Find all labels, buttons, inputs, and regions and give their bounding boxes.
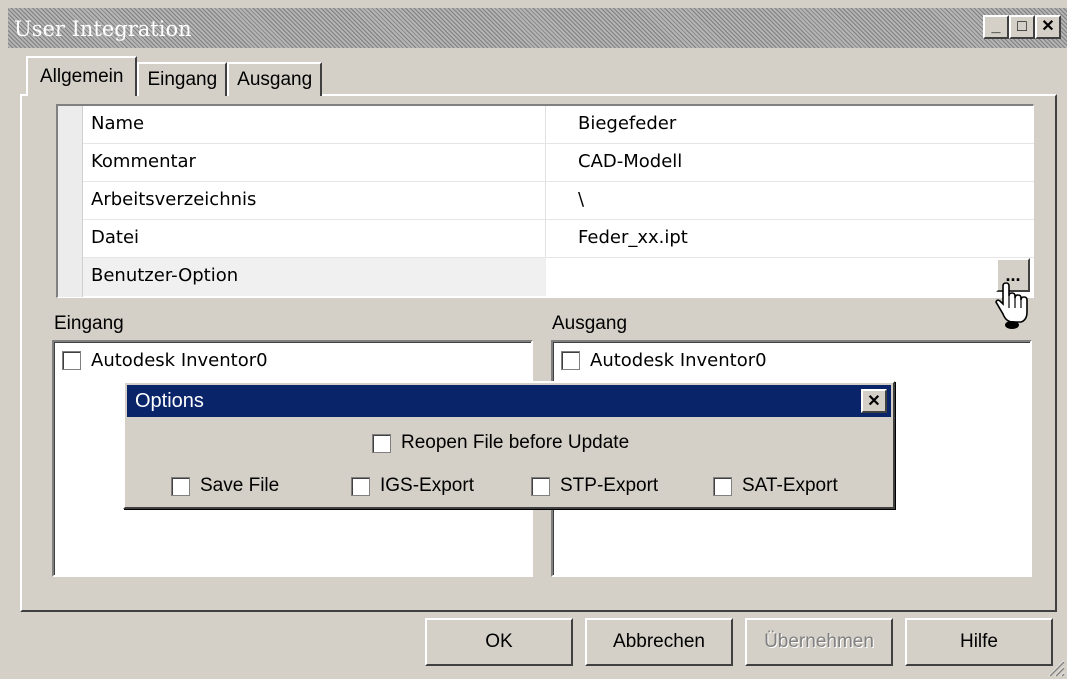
property-value[interactable]: CAD-Modell [578,151,682,172]
property-value[interactable]: Feder_xx.ipt [578,227,688,248]
property-key: Datei [91,227,140,248]
checkbox[interactable] [351,476,370,496]
column-separator [545,182,546,219]
list-item-label: Autodesk Inventor0 [91,350,268,371]
minimize-button[interactable]: _ [983,15,1009,39]
tab-strip: Allgemein Eingang Ausgang [26,56,323,96]
cancel-button[interactable]: Abbrechen [585,618,733,666]
property-key: Arbeitsverzeichnis [91,189,257,210]
checkbox[interactable] [171,476,190,496]
apply-button[interactable]: Übernehmen [745,618,893,666]
column-separator [545,144,546,181]
option-label: Reopen File before Update [401,432,630,453]
property-value[interactable]: \ [578,189,584,210]
ausgang-label: Ausgang [552,313,628,334]
igs-export-option[interactable]: IGS-Export [351,475,474,497]
property-value[interactable]: Biegefeder [578,113,676,134]
maximize-icon: □ [1017,18,1027,35]
save-file-option[interactable]: Save File [171,475,279,497]
property-row-arbeitsverzeichnis[interactable]: Arbeitsverzeichnis \ [83,182,1034,220]
tab-ausgang[interactable]: Ausgang [227,62,323,96]
property-row-kommentar[interactable]: Kommentar CAD-Modell [83,144,1034,182]
window-controls: _ □ ✕ [983,15,1061,39]
sat-export-option[interactable]: SAT-Export [713,475,838,497]
option-label: Save File [200,475,280,496]
property-key: Name [91,113,145,134]
checkbox[interactable] [561,351,580,370]
checkbox[interactable] [372,433,391,453]
eingang-label: Eingang [54,313,124,334]
options-title: Options [135,390,204,412]
maximize-button[interactable]: □ [1009,15,1035,39]
resize-grip-icon[interactable] [1045,657,1065,677]
list-item[interactable]: Autodesk Inventor0 [62,350,268,371]
property-row-benutzer-option[interactable]: Benutzer-Option [83,258,1034,296]
option-label: IGS-Export [380,475,474,496]
help-button[interactable]: Hilfe [905,618,1053,666]
user-integration-window: User Integration _ □ ✕ Allgemein Eingang… [0,0,1067,679]
property-row-name[interactable]: Name Biegefeder [83,106,1034,144]
checkbox[interactable] [531,476,550,496]
checkbox[interactable] [713,476,732,496]
property-value-cell[interactable] [546,258,1034,296]
minimize-icon: _ [991,18,1001,35]
option-label: STP-Export [560,475,659,496]
tab-allgemein[interactable]: Allgemein [26,56,138,96]
options-close-button[interactable]: ✕ [861,389,887,413]
options-title-bar[interactable]: Options ✕ [127,385,891,417]
list-item[interactable]: Autodesk Inventor0 [561,350,767,371]
property-key: Benutzer-Option [91,265,239,286]
close-icon: ✕ [1041,18,1055,35]
property-grid: Name Biegefeder Kommentar CAD-Modell Arb… [56,104,1034,298]
column-separator [545,220,546,257]
option-label: SAT-Export [742,475,838,496]
list-item-label: Autodesk Inventor0 [590,350,767,371]
property-row-datei[interactable]: Datei Feder_xx.ipt [83,220,1034,258]
property-key: Kommentar [91,151,196,172]
ok-button[interactable]: OK [425,618,573,666]
close-icon: ✕ [867,393,881,410]
stp-export-option[interactable]: STP-Export [531,475,658,497]
reopen-file-option[interactable]: Reopen File before Update [372,432,629,454]
window-title: User Integration [14,17,192,41]
grid-gutter [58,106,83,297]
hand-cursor-icon [995,282,1028,329]
tab-eingang[interactable]: Eingang [137,62,228,96]
options-dialog: Options ✕ Reopen File before Update Save… [123,381,895,509]
column-separator [545,106,546,143]
checkbox[interactable] [62,351,81,370]
title-bar[interactable]: User Integration _ □ ✕ [8,8,1067,48]
close-button[interactable]: ✕ [1035,15,1061,39]
